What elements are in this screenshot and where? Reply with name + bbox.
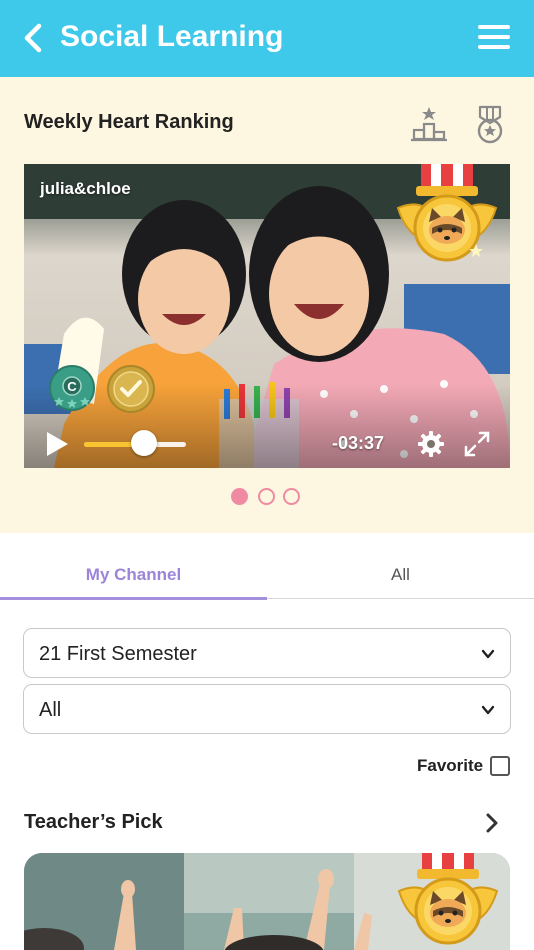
video-time-remaining: -03:37 [332, 433, 385, 453]
carousel-dot-3[interactable] [283, 488, 300, 505]
podium-icon[interactable] [410, 105, 448, 143]
c-grade-badge-icon: C [49, 365, 95, 411]
channel-tabs: My Channel All [0, 533, 534, 600]
tab-my-channel[interactable]: My Channel [0, 533, 267, 600]
weekly-ranking-section: Weekly Heart Ranking julia&chloe C -03:3… [0, 77, 534, 533]
gold-raccoon-medal-icon [396, 164, 498, 262]
top-bar: Social Learning [0, 0, 534, 77]
medal-ribbon-icon[interactable] [472, 105, 508, 145]
video-owner-name: julia&chloe [40, 179, 131, 198]
carousel-pagination [231, 488, 303, 506]
semester-select-value: 21 First Semester [39, 643, 197, 665]
category-select[interactable]: All [23, 684, 511, 734]
fullscreen-icon[interactable] [464, 431, 490, 457]
chevron-down-icon [481, 649, 495, 659]
featured-video-player[interactable]: julia&chloe C -03:37 [24, 164, 510, 468]
chevron-down-icon [481, 705, 495, 715]
video-progress-knob[interactable] [131, 430, 158, 456]
favorite-checkbox[interactable] [490, 756, 510, 776]
category-select-value: All [39, 699, 62, 721]
svg-text:C: C [67, 379, 77, 394]
carousel-dot-1[interactable] [231, 488, 248, 505]
check-badge-icon [107, 365, 155, 413]
carousel-dot-2[interactable] [258, 488, 275, 505]
play-icon[interactable] [44, 430, 70, 458]
gear-icon[interactable] [418, 431, 444, 457]
chevron-right-icon[interactable] [484, 812, 500, 834]
teachers-pick-title: Teacher’s Pick [24, 811, 163, 833]
ranking-title: Weekly Heart Ranking [24, 111, 234, 133]
favorite-label: Favorite [417, 756, 484, 775]
gold-raccoon-medal-icon [397, 853, 499, 945]
page-title: Social Learning [60, 20, 284, 53]
teachers-pick-card[interactable] [24, 853, 510, 950]
video-controls: -03:37 [24, 420, 510, 468]
back-arrow-icon[interactable] [20, 22, 46, 54]
tab-all[interactable]: All [267, 533, 534, 599]
semester-select[interactable]: 21 First Semester [23, 628, 511, 678]
hamburger-menu-icon[interactable] [476, 22, 512, 52]
